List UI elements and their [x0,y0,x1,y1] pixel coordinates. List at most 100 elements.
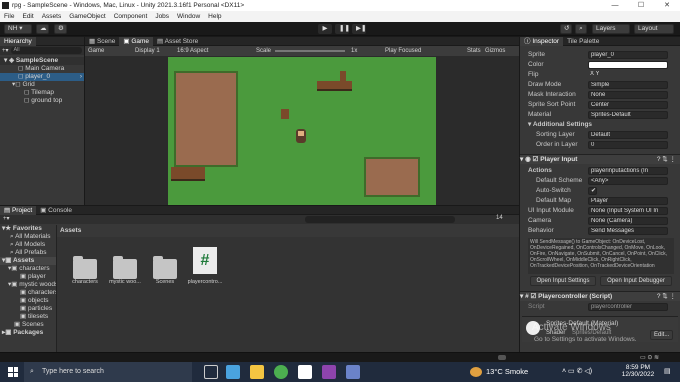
default-map-dropdown[interactable]: Default Map Player [526,196,676,206]
asset-folder-mystic-woods[interactable]: mystic woo... [107,249,143,289]
actions-field[interactable]: Actions playerinputactions (In [526,166,676,176]
auto-switch-checkbox[interactable]: Auto-Switch ✔ [526,186,676,196]
sort-point-dropdown[interactable]: Sprite Sort Point Center [526,100,676,110]
tree-item[interactable]: ▾▣ characters [0,265,56,273]
game-mode-dropdown[interactable]: Game [88,46,104,56]
taskbar-search-box[interactable]: ⌕ Type here to search [24,362,192,382]
project-search[interactable] [305,216,455,223]
tree-item[interactable]: ▣ Scenes [0,321,56,329]
open-input-debugger-button[interactable]: Open Input Debugger [600,276,672,286]
menu-edit[interactable]: Edit [18,13,37,20]
weather-text[interactable]: 13°C Smoke [486,367,528,376]
tree-item[interactable]: ▣ tilesets [0,313,56,321]
color-field[interactable]: Color [526,60,676,70]
draw-mode-dropdown[interactable]: Draw Mode Simple [526,80,676,90]
tree-item[interactable]: ▸▣ Packages [0,329,56,337]
maximize-button[interactable]: ☐ [628,0,654,11]
collab-icon[interactable]: ⚙ [54,24,67,34]
layout-dropdown[interactable]: Layout [634,24,674,34]
menu-window[interactable]: Window [173,13,204,20]
tree-item[interactable]: ▣ objects [0,297,56,305]
scale-slider[interactable] [275,50,345,52]
material-field[interactable]: Material Sprites-Default [526,110,676,120]
system-tray-icons[interactable]: ˄ ▭ ✆ ◁) [562,367,592,375]
tree-item[interactable]: ▣ particles [0,305,56,313]
hierarchy-search[interactable]: All [10,47,82,54]
step-button[interactable]: ▶❚ [352,24,366,34]
playercontroller-header[interactable]: ▾ # ☑ Playercontroller (Script)? ⇅ ⋮ [520,291,680,301]
notifications-icon[interactable]: ▤ [664,367,671,375]
menu-gameobject[interactable]: GameObject [65,13,110,20]
tree-item[interactable]: ▣ player [0,273,56,281]
tree-item[interactable]: ▾★ Favorites [0,225,56,233]
history-icon[interactable]: ↺ [560,24,572,34]
close-button[interactable]: ✕ [654,0,680,11]
tab-asset-store[interactable]: ▤ Asset Store [153,37,202,46]
camera-field[interactable]: Camera None (Camera) [526,216,676,226]
stats-button[interactable]: Stats [467,46,481,56]
menu-help[interactable]: Help [204,13,225,20]
cloud-icon[interactable]: ☁ [36,24,49,34]
gizmos-dropdown[interactable]: Gizmos [485,46,505,56]
layers-dropdown[interactable]: Layers [592,24,630,34]
asset-script-playercontroller[interactable]: # playercontro... [187,245,223,289]
edit-shader-button[interactable]: Edit... [650,330,674,340]
hierarchy-item-grid[interactable]: ▾◻ Grid [0,81,84,89]
visual-studio-icon[interactable] [322,365,336,379]
add-asset-button[interactable]: +▾ [3,215,10,222]
play-focused-dropdown[interactable]: Play Focused [385,46,421,56]
tab-console[interactable]: ▣ Console [36,206,76,215]
tree-item[interactable]: ⌕ All Models [0,241,56,249]
widgets-icon[interactable] [226,365,240,379]
search-icon[interactable]: ⌕ [575,24,587,34]
unity-editor-icon[interactable] [346,365,360,379]
pause-button[interactable]: ❚❚ [335,24,350,34]
open-input-settings-button[interactable]: Open Input Settings [530,276,596,286]
hierarchy-item-samplescene[interactable]: ▾ ◈ SampleScene [0,57,84,65]
mask-interaction-dropdown[interactable]: Mask Interaction None [526,90,676,100]
flip-field[interactable]: Flip X Y [526,70,676,80]
tab-game[interactable]: ▣ Game [119,37,154,46]
tab-tile-palette[interactable]: Tile Palette [563,37,603,46]
tree-item[interactable]: ▣ characters [0,289,58,297]
game-viewport[interactable] [168,57,436,205]
behavior-dropdown[interactable]: Behavior Send Messages [526,226,676,236]
menu-assets[interactable]: Assets [38,13,66,20]
ui-input-module-field[interactable]: UI Input Module None (Input System UI In [526,206,676,216]
unity-hub-icon[interactable] [298,365,312,379]
tree-item[interactable]: ▾▣ Assets [0,257,56,265]
menu-jobs[interactable]: Jobs [151,13,173,20]
tab-inspector[interactable]: ⓘ Inspector [520,37,564,46]
clock[interactable]: 8:59 PM 12/30/2022 [620,364,656,378]
hierarchy-item-tilemap[interactable]: ◻ Tilemap [0,89,84,97]
asset-folder-characters[interactable]: characters [67,249,103,289]
tab-scene[interactable]: ▦ Scene [85,37,119,46]
aspect-dropdown[interactable]: 16:9 Aspect [177,46,208,56]
tab-project[interactable]: ▤ Project [0,206,37,215]
task-view-icon[interactable] [204,365,218,379]
tree-item[interactable]: ⌕ All Prefabs [0,249,56,257]
default-scheme-dropdown[interactable]: Default Scheme <Any> [526,176,676,186]
windows-start-icon[interactable] [8,367,18,377]
sorting-layer-dropdown[interactable]: Sorting Layer Default [526,130,676,140]
player-input-header[interactable]: ▾ ◉ ☑ Player Input? ⇅ ⋮ [520,154,680,164]
assets-breadcrumb[interactable]: Assets [60,227,81,234]
account-button[interactable]: NH ▾ [4,24,32,34]
tab-hierarchy[interactable]: Hierarchy [0,37,36,46]
tree-item[interactable]: ▾▣ mystic woods [0,281,58,289]
display-dropdown[interactable]: Display 1 [135,46,160,56]
sprite-field[interactable]: Sprite player_0 [526,50,676,60]
add-icon[interactable]: +▾ [2,47,9,54]
hierarchy-item-ground-top[interactable]: ◻ ground top [0,97,84,105]
hierarchy-item-player[interactable]: ◻ player_0 › [0,73,84,81]
menu-component[interactable]: Component [110,13,152,20]
chrome-icon[interactable] [274,365,288,379]
play-button[interactable]: ▶ [318,24,332,34]
hierarchy-item-main-camera[interactable]: ◻ Main Camera [0,65,84,73]
tree-item[interactable]: ⌕ All Materials [0,233,56,241]
order-in-layer-field[interactable]: Order in Layer 0 [526,140,676,150]
asset-folder-scenes[interactable]: Scenes [147,249,183,289]
file-explorer-icon[interactable] [250,365,264,379]
minimize-button[interactable]: — [602,0,628,11]
menu-file[interactable]: File [0,13,18,20]
